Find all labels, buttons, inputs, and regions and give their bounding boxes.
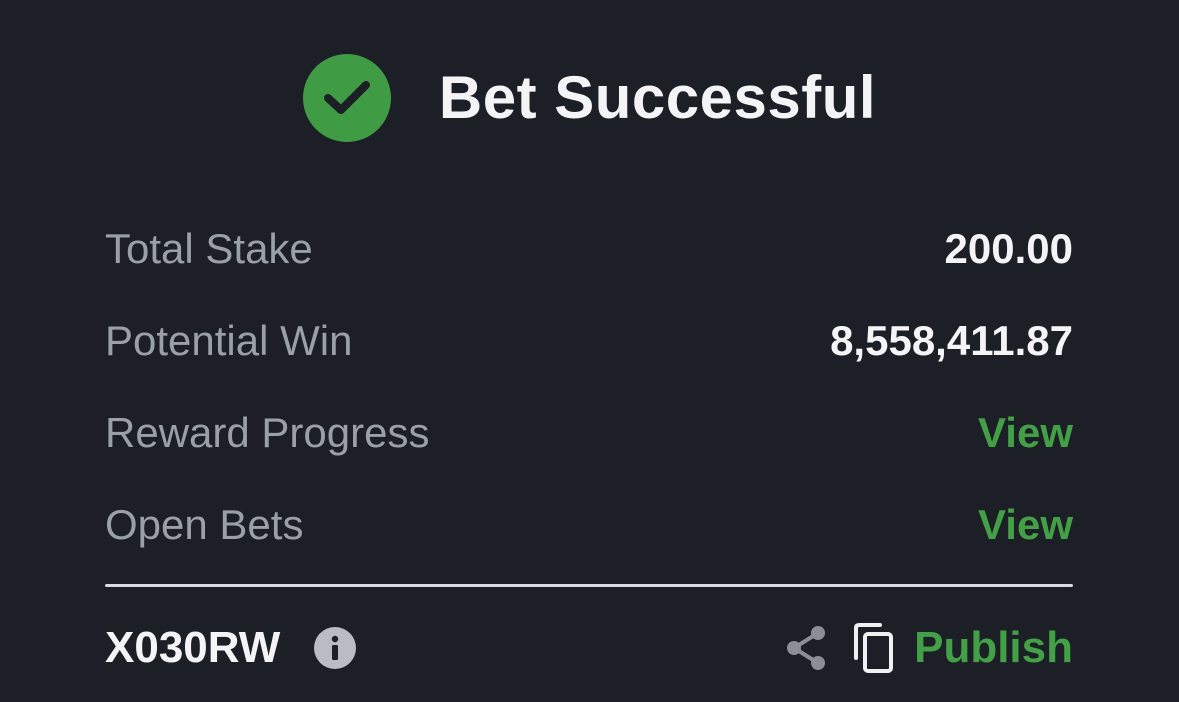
success-header: Bet Successful	[0, 50, 1179, 145]
page-title: Bet Successful	[438, 64, 877, 131]
potential-win-row: Potential Win 8,558,411.87	[105, 295, 1073, 387]
potential-win-value: 8,558,411.87	[830, 317, 1073, 364]
booking-code-group: X030RW	[105, 623, 357, 673]
total-stake-row: Total Stake 200.00	[105, 203, 1073, 295]
copy-icon[interactable]	[850, 622, 896, 674]
reward-progress-label: Reward Progress	[105, 409, 430, 456]
share-icon[interactable]	[784, 624, 828, 672]
open-bets-view-link[interactable]: View	[978, 501, 1073, 549]
footer-actions: Publish	[784, 622, 1073, 674]
reward-progress-row: Reward Progress View	[105, 387, 1073, 479]
info-icon[interactable]	[314, 627, 357, 669]
footer-bar: X030RW Publish	[105, 610, 1073, 686]
total-stake-value: 200.00	[944, 225, 1073, 272]
publish-button[interactable]: Publish	[914, 623, 1073, 673]
total-stake-label: Total Stake	[105, 225, 313, 272]
bet-summary: Total Stake 200.00 Potential Win 8,558,4…	[105, 203, 1073, 571]
divider	[105, 584, 1073, 587]
booking-code: X030RW	[105, 623, 281, 672]
open-bets-row: Open Bets View	[105, 479, 1073, 571]
potential-win-label: Potential Win	[105, 317, 353, 364]
open-bets-label: Open Bets	[105, 501, 304, 548]
reward-progress-view-link[interactable]: View	[978, 409, 1073, 457]
check-circle-icon	[302, 53, 391, 142]
